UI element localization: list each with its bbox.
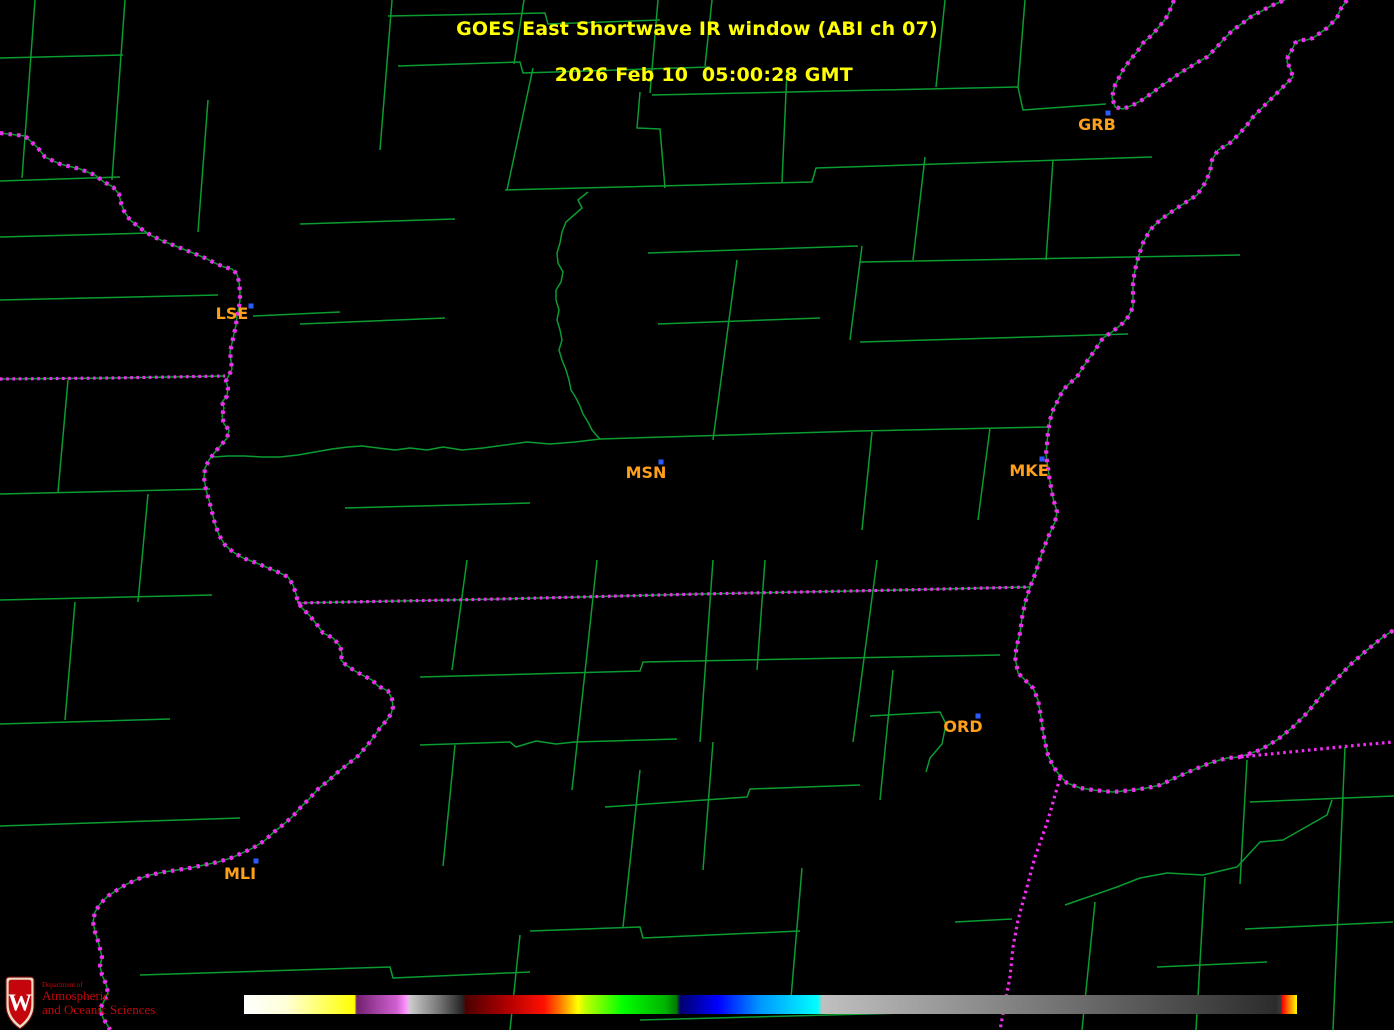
county-line (862, 432, 872, 530)
county-line (860, 255, 1240, 262)
station-dot-MLI (254, 859, 259, 864)
county-line (1250, 796, 1394, 802)
county-line (585, 560, 597, 672)
logo-line-2: and Oceanic Sciences (42, 1003, 155, 1017)
station-dot-LSE (249, 304, 254, 309)
county-line (420, 655, 1000, 677)
county-line (700, 560, 713, 742)
county-line (790, 868, 802, 1010)
county-line (345, 503, 530, 508)
mississippi-river-underlay (0, 133, 393, 1030)
title-line-2: 2026 Feb 10 05:00:28 GMT (555, 64, 853, 86)
county-line (572, 672, 585, 790)
county-line (713, 260, 737, 440)
indiana-border (1240, 742, 1394, 757)
county-line (658, 318, 820, 324)
county-line (1065, 800, 1332, 905)
county-line (510, 935, 520, 1030)
county-line (0, 719, 170, 724)
logo-text: Department of Atmospheric and Oceanic Sc… (42, 976, 155, 1017)
county-line (860, 334, 1128, 342)
county-line (556, 192, 600, 439)
county-line (0, 295, 218, 300)
county-line (300, 318, 445, 324)
title-line-1: GOES East Shortwave IR window (ABI ch 07… (456, 18, 938, 40)
station-label-MKE: MKE (1009, 461, 1048, 480)
station-label-LSE: LSE (216, 304, 249, 323)
map-canvas: GRB LSE MSN MKE ORD MLI (0, 0, 1394, 1030)
county-line (648, 246, 858, 253)
lake-michigan-west-shoreline-underlay (1015, 0, 1347, 792)
station-label-GRB: GRB (1078, 115, 1116, 134)
county-line (300, 219, 455, 224)
county-line (214, 439, 600, 457)
county-line (1157, 962, 1267, 967)
station-label-MSN: MSN (626, 463, 667, 482)
county-line (0, 818, 240, 826)
county-line (637, 92, 665, 188)
mississippi-river (0, 133, 393, 1030)
county-line (880, 670, 893, 800)
county-line (505, 157, 1152, 190)
station-label-MLI: MLI (224, 864, 256, 883)
lake-michigan-southeast-shoreline (1240, 630, 1394, 757)
county-line (530, 927, 800, 938)
county-line (65, 602, 75, 720)
county-line (1018, 87, 1106, 110)
county-line (253, 312, 340, 316)
county-line (850, 246, 862, 340)
county-line (452, 560, 467, 670)
county-line (913, 157, 925, 260)
county-line (140, 967, 530, 978)
lake-michigan-west-shoreline (1015, 0, 1347, 792)
county-line (1333, 747, 1345, 1030)
county-line (652, 87, 1018, 95)
county-line (58, 380, 68, 492)
illinois-indiana-border (1000, 778, 1060, 1030)
image-title: GOES East Shortwave IR window (ABI ch 07… (0, 18, 1394, 87)
county-line (420, 739, 677, 747)
county-line (443, 745, 455, 866)
uw-aos-logo: W Department of Atmospheric and Oceanic … (3, 976, 155, 1030)
satellite-viewer: { "title": { "line1": "GOES East Shortwa… (0, 0, 1394, 1030)
county-line (703, 742, 713, 870)
county-line (978, 428, 990, 520)
county-line (600, 427, 1048, 439)
county-line (198, 100, 208, 232)
uw-monogram: W (8, 991, 32, 1017)
county-line (955, 919, 1012, 922)
county-line (138, 494, 148, 602)
county-line (0, 489, 210, 494)
uw-crest-icon: W (3, 976, 37, 1030)
county-line (1240, 760, 1247, 884)
logo-line-1: Atmospheric (42, 989, 155, 1003)
station-label-ORD: ORD (943, 717, 982, 736)
county-line (870, 712, 946, 772)
county-line (1046, 160, 1053, 260)
county-line (623, 770, 640, 927)
county-line (605, 785, 860, 807)
county-line (1245, 922, 1393, 929)
county-line (0, 233, 150, 237)
county-line (757, 560, 765, 670)
county-line (853, 560, 877, 742)
colorbar (244, 995, 1297, 1014)
county-line (0, 595, 212, 600)
